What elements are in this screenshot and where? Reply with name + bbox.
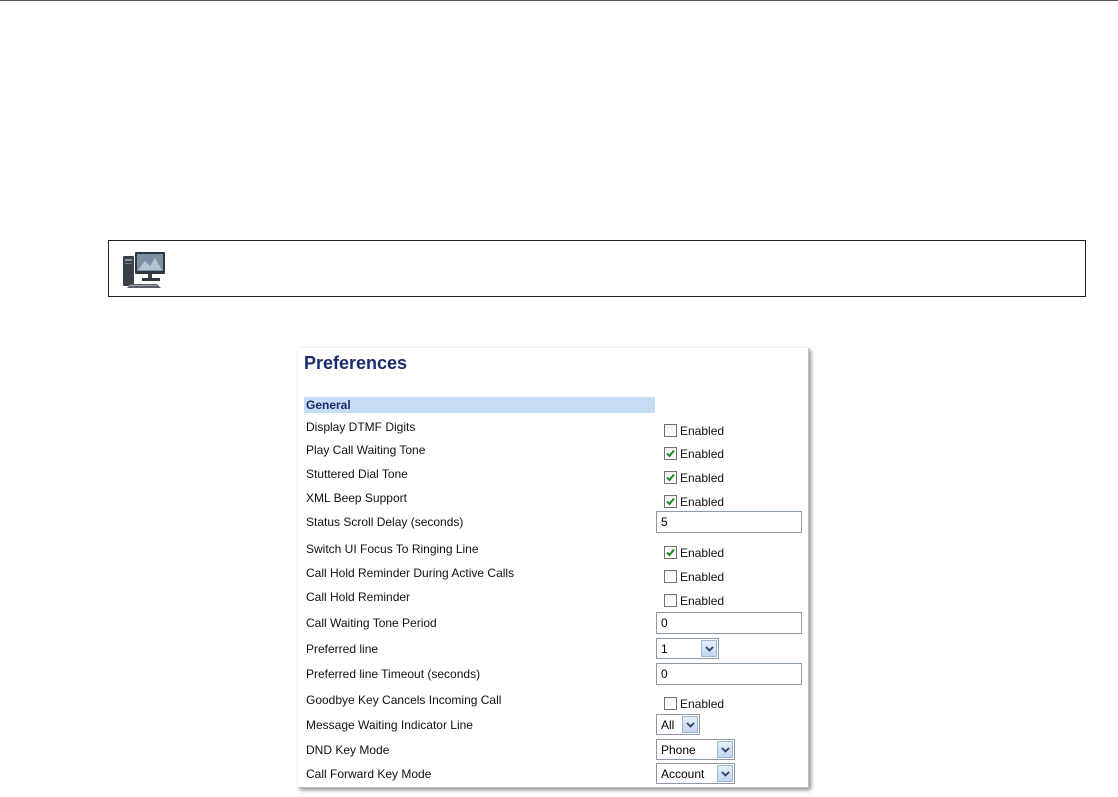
enabled-checkbox[interactable]	[664, 446, 677, 460]
select-value: 1	[661, 641, 668, 656]
enabled-toggle[interactable]: Enabled	[664, 491, 725, 509]
setting-row-call-forward-key-mode: Call Forward Key Mode Account	[298, 763, 809, 789]
enabled-checkbox[interactable]	[664, 545, 677, 559]
enabled-checkbox[interactable]	[664, 470, 677, 484]
top-divider	[0, 0, 1118, 1]
setting-row-display-dtmf-digits: Display DTMF Digits Enabled	[298, 420, 809, 442]
enabled-label: Enabled	[680, 471, 725, 485]
enabled-checkbox[interactable]	[664, 494, 677, 508]
enabled-label: Enabled	[680, 546, 725, 560]
select-value: All	[661, 717, 675, 732]
enabled-toggle[interactable]: Enabled	[664, 566, 725, 584]
section-header-general: General	[304, 397, 655, 413]
note-box	[108, 240, 1086, 297]
setting-row-call-hold-reminder: Call Hold Reminder Enabled	[298, 590, 809, 612]
call-forward-key-mode-select[interactable]: Account	[656, 763, 735, 784]
setting-row-dnd-key-mode: DND Key Mode Phone	[298, 739, 809, 765]
setting-label: XML Beep Support	[306, 491, 407, 505]
chevron-down-icon[interactable]	[717, 765, 733, 782]
setting-label: Call Hold Reminder During Active Calls	[306, 566, 515, 580]
setting-label: Play Call Waiting Tone	[306, 443, 426, 457]
enabled-label: Enabled	[680, 424, 725, 438]
setting-row-switch-ui-focus-to-ringing-line: Switch UI Focus To Ringing Line Enabled	[298, 542, 809, 564]
enabled-label: Enabled	[680, 594, 725, 608]
preferred-line-timeout-input[interactable]	[656, 663, 802, 685]
enabled-label: Enabled	[680, 697, 725, 711]
checkmark-icon	[666, 497, 675, 505]
status-scroll-delay-input[interactable]	[656, 511, 802, 533]
setting-label: Preferred line	[306, 642, 379, 656]
enabled-checkbox[interactable]	[664, 696, 677, 710]
enabled-toggle[interactable]: Enabled	[664, 420, 725, 438]
setting-label: Status Scroll Delay (seconds)	[306, 515, 464, 529]
setting-label: Call Waiting Tone Period	[306, 616, 437, 630]
setting-row-play-call-waiting-tone: Play Call Waiting Tone Enabled	[298, 443, 809, 465]
message-waiting-indicator-line-select[interactable]: All	[656, 714, 700, 735]
select-value: Phone	[661, 742, 696, 757]
setting-label: Call Hold Reminder	[306, 590, 411, 604]
setting-row-preferred-line: Preferred line 1	[298, 638, 809, 664]
chevron-down-icon[interactable]	[701, 640, 717, 657]
setting-row-message-waiting-indicator-line: Message Waiting Indicator Line All	[298, 714, 809, 740]
setting-row-goodbye-key-cancels-incoming-call: Goodbye Key Cancels Incoming Call Enabled	[298, 693, 809, 715]
enabled-checkbox[interactable]	[664, 423, 677, 437]
call-waiting-tone-period-input[interactable]	[656, 612, 802, 634]
setting-label: Display DTMF Digits	[306, 420, 416, 434]
enabled-toggle[interactable]: Enabled	[664, 542, 725, 560]
preferences-panel: Preferences General Display DTMF Digits E…	[298, 348, 809, 788]
enabled-label: Enabled	[680, 495, 725, 509]
setting-row-xml-beep-support: XML Beep Support Enabled	[298, 491, 809, 513]
page-title: Preferences	[304, 353, 408, 373]
enabled-toggle[interactable]: Enabled	[664, 693, 725, 711]
enabled-toggle[interactable]: Enabled	[664, 443, 725, 461]
chevron-down-icon[interactable]	[717, 741, 733, 758]
setting-row-preferred-line-timeout: Preferred line Timeout (seconds)	[298, 663, 809, 689]
enabled-toggle[interactable]: Enabled	[664, 467, 725, 485]
enabled-toggle[interactable]: Enabled	[664, 590, 725, 608]
chevron-down-icon[interactable]	[682, 716, 698, 733]
enabled-label: Enabled	[680, 570, 725, 584]
dnd-key-mode-select[interactable]: Phone	[656, 739, 735, 760]
setting-label: Message Waiting Indicator Line	[306, 718, 473, 732]
setting-row-status-scroll-delay: Status Scroll Delay (seconds)	[298, 511, 809, 537]
setting-row-stuttered-dial-tone: Stuttered Dial Tone Enabled	[298, 467, 809, 489]
setting-label: Call Forward Key Mode	[306, 767, 432, 781]
setting-row-call-waiting-tone-period: Call Waiting Tone Period	[298, 612, 809, 638]
preferred-line-select[interactable]: 1	[656, 638, 719, 659]
enabled-checkbox[interactable]	[664, 569, 677, 583]
checkmark-icon	[666, 473, 675, 481]
checkmark-icon	[666, 548, 675, 556]
enabled-label: Enabled	[680, 447, 725, 461]
setting-label: DND Key Mode	[306, 743, 390, 757]
setting-label: Stuttered Dial Tone	[306, 467, 408, 481]
enabled-checkbox[interactable]	[664, 593, 677, 607]
checkmark-icon	[666, 449, 675, 457]
select-value: Account	[661, 766, 705, 781]
computer-monitor-icon	[117, 246, 167, 292]
setting-row-call-hold-reminder-during-active-calls: Call Hold Reminder During Active Calls En…	[298, 566, 809, 588]
setting-label: Goodbye Key Cancels Incoming Call	[306, 693, 502, 707]
setting-label: Switch UI Focus To Ringing Line	[306, 542, 479, 556]
setting-label: Preferred line Timeout (seconds)	[306, 667, 481, 681]
